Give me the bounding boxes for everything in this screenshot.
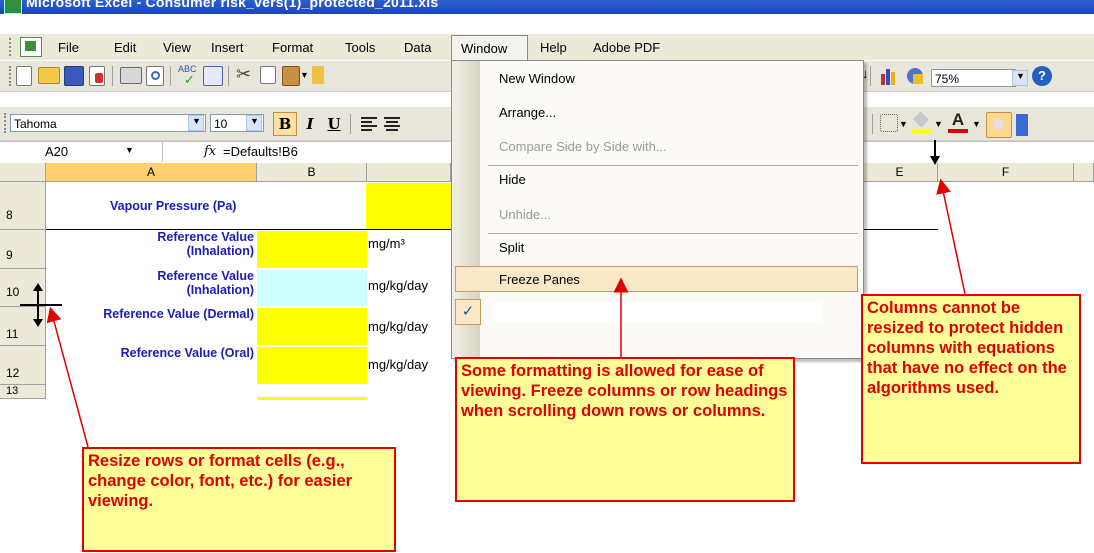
callout-columns: Columns cannot be resized to protect hid… xyxy=(861,294,1081,464)
arrow-columns xyxy=(936,178,966,295)
arrow-resize-rows xyxy=(46,306,89,448)
callout-resize-rows: Resize rows or format cells (e.g., chang… xyxy=(82,447,396,552)
callout-freeze-panes: Some formatting is allowed for ease of v… xyxy=(455,357,795,502)
